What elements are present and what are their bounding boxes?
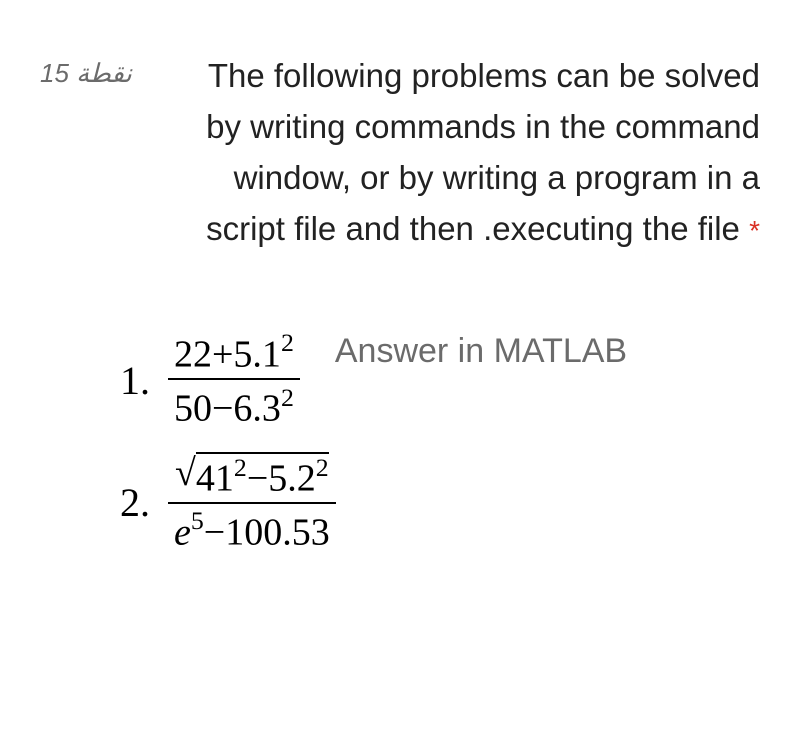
sqrt-icon: √ — [175, 451, 196, 495]
problems-list: 1. 22+5.12 50−6.32 Answer in MATLAB 2. √… — [40, 330, 760, 555]
sqrt-exp-a: 2 — [234, 453, 247, 482]
num-exp: 2 — [281, 328, 294, 357]
fraction-numerator: 22+5.12 — [168, 330, 300, 379]
problem-1: 1. 22+5.12 50−6.32 Answer in MATLAB — [120, 330, 760, 431]
fraction-numerator: √412−5.22 — [169, 451, 335, 502]
question-text: The following problems can be solved by … — [132, 50, 760, 255]
den-rest: −100.53 — [204, 511, 330, 553]
question-body: The following problems can be solved by … — [206, 57, 760, 247]
sqrt-content: 412−5.22 — [196, 452, 329, 501]
problem-number: 2. — [120, 479, 150, 526]
fraction-denominator: e5−100.53 — [168, 502, 336, 555]
problem-2: 2. √412−5.22 e5−100.53 — [120, 451, 760, 554]
answer-annotation: Answer in MATLAB — [335, 330, 627, 371]
required-marker: * — [749, 215, 760, 246]
den-exp: 2 — [281, 383, 294, 412]
den-exp: 5 — [191, 506, 204, 535]
fraction-1: 22+5.12 50−6.32 — [168, 330, 300, 431]
sqrt-sep: −5.2 — [247, 458, 316, 500]
fraction-denominator: 50−6.32 — [168, 378, 300, 431]
den-base: e — [174, 511, 191, 553]
sqrt-a: 41 — [196, 458, 234, 500]
den-text: 50−6.3 — [174, 388, 281, 430]
problem-number: 1. — [120, 357, 150, 404]
points-badge: 15 نقطة — [40, 50, 132, 89]
fraction-2: √412−5.22 e5−100.53 — [168, 451, 336, 554]
num-text: 22+5.1 — [174, 333, 281, 375]
sqrt-exp-b: 2 — [316, 453, 329, 482]
